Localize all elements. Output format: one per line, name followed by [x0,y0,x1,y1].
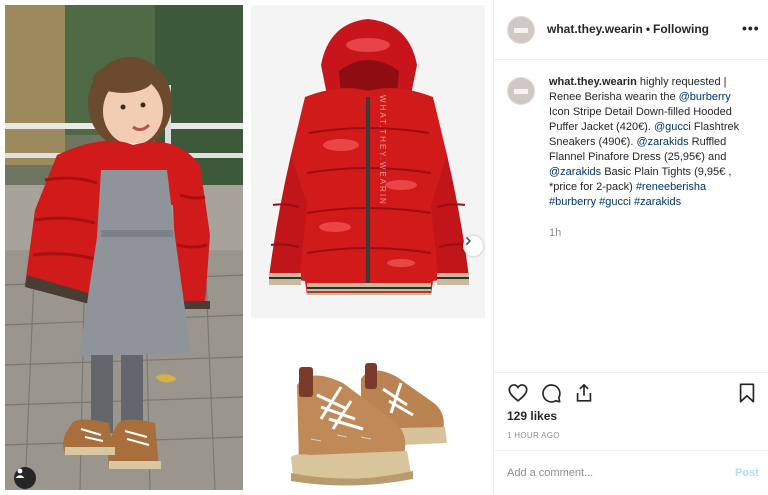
photo-girl-outfit [5,5,243,490]
hashtag-gucci[interactable]: #gucci [599,196,631,208]
comment-icon [542,384,561,403]
comment-box: Post [494,450,768,495]
likes-count[interactable]: 129 likes [507,409,557,423]
post-details-panel: what.they.wearin • Following ••• what.they… [493,0,768,495]
user-tag-icon [15,468,25,478]
caption-avatar[interactable] [507,77,535,105]
caption-timestamp: 1h [549,227,562,239]
caption-username[interactable]: what.they.wearin [549,76,637,88]
bookmark-icon [739,383,755,403]
like-button[interactable] [506,381,530,405]
girl-illustration [5,5,243,490]
comment-button[interactable] [539,381,563,405]
comment-input[interactable] [507,463,707,483]
post-header: what.they.wearin • Following ••• [494,0,768,60]
hashtag-reneeberisha[interactable]: #reneeberisha [636,181,706,193]
caption-text: what.they.wearin highly requested | Rene… [549,75,749,210]
header-username[interactable]: what.they.wearin [547,22,643,36]
share-button[interactable] [572,381,596,405]
follow-status-button[interactable]: Following [653,22,709,36]
header-line: what.they.wearin • Following [547,22,709,36]
header-separator: • [645,22,651,36]
heart-icon [508,384,528,402]
bookmark-button[interactable] [735,381,759,405]
sneakers-illustration [251,323,485,490]
hashtag-zarakids[interactable]: #zarakids [634,196,681,208]
next-photo-button[interactable] [463,236,483,256]
jacket-watermark: WHAT.THEY.WEARIN [378,95,387,206]
mention-gucci[interactable]: @gucci [654,121,691,133]
post-age: 1 HOUR AGO [507,431,560,440]
jacket-illustration [251,5,485,318]
chevron-right-icon [465,236,472,246]
avatar[interactable] [507,16,535,44]
mention-burberry[interactable]: @burberry [679,91,731,103]
tag-user-button[interactable] [14,467,36,489]
mention-zarakids-1[interactable]: @zarakids [636,136,688,148]
photo-sneakers [251,323,485,490]
post-comment-button[interactable]: Post [735,467,759,479]
post-media: WHAT.THEY.WEARIN [0,0,493,495]
hashtag-burberry[interactable]: #burberry [549,196,596,208]
more-options-button[interactable]: ••• [742,20,760,36]
share-icon [576,383,592,402]
mention-zarakids-2[interactable]: @zarakids [549,166,601,178]
photo-puffer-jacket: WHAT.THEY.WEARIN [251,5,485,318]
